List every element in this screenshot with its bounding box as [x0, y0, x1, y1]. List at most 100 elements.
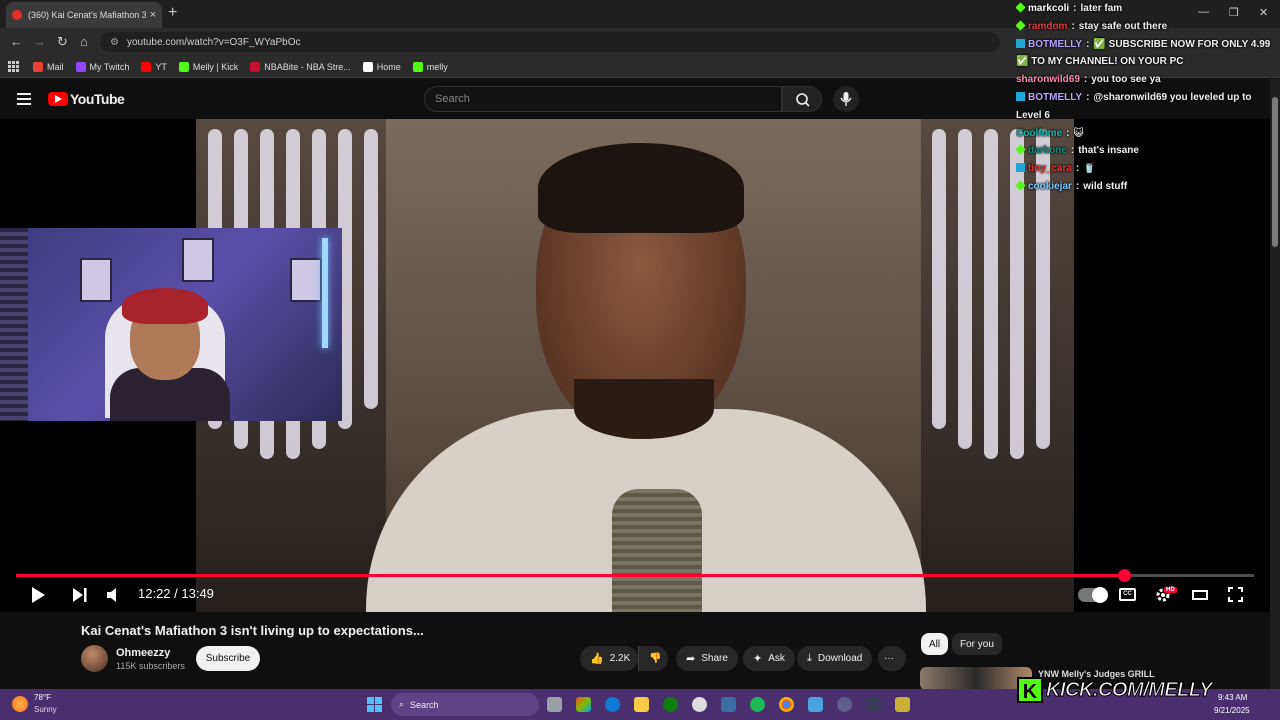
menu-icon[interactable]: [17, 93, 31, 105]
chat-username[interactable]: sharonwild69: [1016, 74, 1080, 85]
forward-button[interactable]: →: [33, 34, 46, 49]
stream-chat-overlay: markcoli: later fam ramdom: stay safe out t…: [1016, 0, 1280, 196]
weather-condition[interactable]: Sunny: [34, 705, 57, 714]
app-icon[interactable]: [866, 697, 881, 712]
channel-name[interactable]: Ohmeezzy: [116, 647, 170, 659]
url-text: youtube.com/watch?v=O3F_WYaPbOc: [126, 36, 301, 48]
captions-button[interactable]: CC: [1119, 588, 1136, 601]
fullscreen-button[interactable]: [1227, 586, 1244, 603]
spotify-icon[interactable]: [750, 697, 765, 712]
start-button[interactable]: [367, 697, 382, 712]
progress-bar[interactable]: [16, 569, 1254, 582]
bookmark-yt[interactable]: YT: [141, 61, 167, 72]
chat-text: you too see ya: [1091, 74, 1161, 86]
bookmark-melly-kick[interactable]: Melly | Kick: [178, 61, 238, 72]
recommended-thumbnail[interactable]: [920, 667, 1032, 690]
thumbs-up-icon: 👍: [590, 653, 604, 665]
bookmark-home[interactable]: Home: [362, 61, 401, 72]
clock-time[interactable]: 9:43 AM: [1218, 693, 1247, 702]
share-button[interactable]: ➦ Share: [676, 646, 738, 671]
chat-username[interactable]: BOTMELLY: [1028, 92, 1082, 103]
chat-message: tiny_cara: 🥤: [1016, 160, 1280, 178]
reload-button[interactable]: ↻: [57, 34, 68, 50]
chat-username[interactable]: BOTMELLY: [1028, 39, 1082, 50]
taskbar-search[interactable]: ⌕ Search: [391, 693, 539, 716]
back-button[interactable]: ←: [10, 34, 23, 49]
bookmark-melly[interactable]: melly: [412, 61, 448, 72]
chat-username[interactable]: markcoli: [1028, 3, 1069, 14]
apps-grid-icon[interactable]: [8, 61, 19, 72]
kick-logo-icon: K: [1017, 677, 1043, 703]
youtube-logo[interactable]: YouTube: [48, 91, 125, 107]
chat-username[interactable]: Coolfome: [1016, 128, 1062, 139]
volume-icon[interactable]: [106, 587, 122, 603]
chip-for-you[interactable]: For you: [952, 633, 1002, 655]
chat-message: ✅ TO MY CHANNEL! ON YOUR PC: [1016, 53, 1280, 71]
subscribe-button[interactable]: Subscribe: [196, 646, 260, 671]
edge-icon[interactable]: [605, 697, 620, 712]
weather-temp[interactable]: 78°F: [34, 693, 51, 702]
search-button[interactable]: [782, 86, 822, 112]
voice-search-button[interactable]: [833, 86, 859, 112]
chat-message: Coolfome: 😺: [1016, 125, 1280, 143]
bot-badge-icon: [1016, 91, 1025, 101]
next-icon[interactable]: [72, 587, 88, 603]
bookmark-nbabite[interactable]: NBABite - NBA Stre...: [250, 61, 351, 72]
channel-avatar[interactable]: [81, 645, 108, 672]
clock-date[interactable]: 9/21/2025: [1214, 706, 1250, 715]
chat-separator: :: [1066, 127, 1070, 139]
app-icon-2[interactable]: [895, 697, 910, 712]
copilot-icon[interactable]: [576, 697, 591, 712]
weather-sun-icon[interactable]: [12, 696, 28, 712]
video-title: Kai Cenat's Mafiathon 3 isn't living up …: [81, 623, 424, 638]
xbox-icon[interactable]: [663, 697, 678, 712]
chat-text: 😺: [1073, 127, 1084, 139]
diamond-badge-icon: [1016, 144, 1026, 155]
bookmark-my-twitch[interactable]: My Twitch: [75, 61, 129, 72]
new-tab-button[interactable]: +: [168, 4, 177, 22]
chat-username[interactable]: ramdom: [1028, 21, 1067, 32]
chat-username[interactable]: darkone: [1028, 145, 1067, 156]
home-button[interactable]: ⌂: [80, 34, 88, 49]
chrome-icon[interactable]: [779, 697, 794, 712]
tab-close-icon[interactable]: ×: [150, 9, 156, 21]
chat-message: Level 6: [1016, 107, 1280, 125]
media-player-icon[interactable]: [837, 697, 852, 712]
steam-icon[interactable]: [692, 697, 707, 712]
hd-badge: HD: [1164, 587, 1177, 593]
chat-separator: :: [1086, 38, 1090, 50]
theater-mode-button[interactable]: [1192, 590, 1208, 600]
chat-text: Level 6: [1016, 109, 1050, 121]
kick-icon: [412, 61, 423, 72]
dislike-button[interactable]: 👎: [638, 646, 668, 671]
more-actions-button[interactable]: ···: [878, 646, 906, 671]
chat-text: ✅ TO MY CHANNEL! ON YOUR PC: [1016, 56, 1184, 68]
chat-username[interactable]: tiny_cara: [1028, 163, 1072, 174]
progress-scrubber[interactable]: [1118, 569, 1131, 582]
search-input[interactable]: Search: [424, 86, 782, 112]
like-button[interactable]: 👍 2.2K: [580, 646, 638, 671]
thumbs-down-icon: 👎: [649, 653, 662, 664]
screen: (360) Kai Cenat's Mafiathon 3 i × + — ❐ …: [0, 0, 1280, 720]
photos-icon[interactable]: [808, 697, 823, 712]
chat-message: darkone: that's insane: [1016, 142, 1280, 160]
chat-separator: :: [1083, 74, 1088, 86]
site-info-icon[interactable]: ⚙: [110, 37, 119, 48]
autoplay-toggle[interactable]: [1078, 587, 1108, 603]
chat-text: wild stuff: [1083, 180, 1128, 192]
diamond-badge-icon: [1016, 2, 1026, 13]
download-button[interactable]: ⤓ Download: [797, 646, 873, 671]
chip-all[interactable]: All: [921, 633, 949, 655]
youtube-play-icon: [48, 92, 68, 106]
store-icon[interactable]: [721, 697, 736, 712]
bookmark-mail[interactable]: Mail: [33, 61, 64, 72]
browser-tab[interactable]: (360) Kai Cenat's Mafiathon 3 i ×: [6, 2, 162, 28]
file-explorer-icon[interactable]: [634, 697, 649, 712]
play-icon[interactable]: [30, 586, 46, 604]
address-bar[interactable]: ⚙ youtube.com/watch?v=O3F_WYaPbOc: [100, 32, 1000, 52]
task-view-icon[interactable]: [547, 697, 562, 712]
chat-username[interactable]: cookiejar: [1028, 181, 1072, 192]
ask-button[interactable]: ✦ Ask: [743, 646, 795, 671]
nba-icon: [250, 61, 261, 72]
kick-watermark: K KICK.COM/MELLY: [1017, 676, 1213, 704]
